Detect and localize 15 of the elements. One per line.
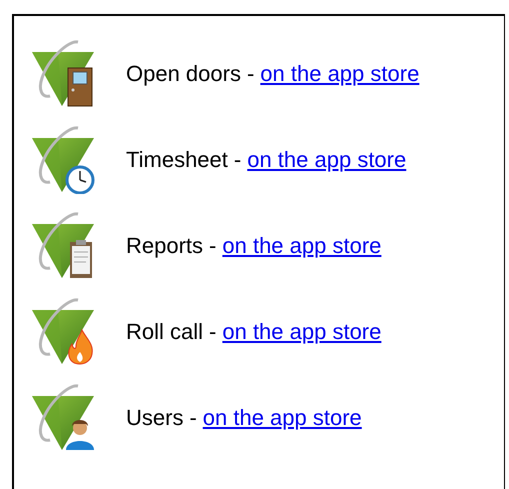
separator-dash: - xyxy=(189,404,197,430)
app-name: Users xyxy=(126,404,184,430)
separator-dash: - xyxy=(234,146,242,172)
separator-dash: - xyxy=(209,232,216,258)
app-name: Open doors xyxy=(126,60,241,86)
app-store-link[interactable]: on the app store xyxy=(247,146,406,172)
app-name: Reports xyxy=(126,232,204,258)
app-name: Roll call xyxy=(126,318,204,344)
app-store-link[interactable]: on the app store xyxy=(222,318,382,344)
app-store-link[interactable]: on the app store xyxy=(260,60,420,86)
app-name: Timesheet xyxy=(126,146,228,172)
separator-dash: - xyxy=(209,318,216,344)
app-store-link[interactable]: on the app store xyxy=(222,232,382,258)
separator-dash: - xyxy=(246,60,254,86)
app-store-link[interactable]: on the app store xyxy=(202,404,362,430)
